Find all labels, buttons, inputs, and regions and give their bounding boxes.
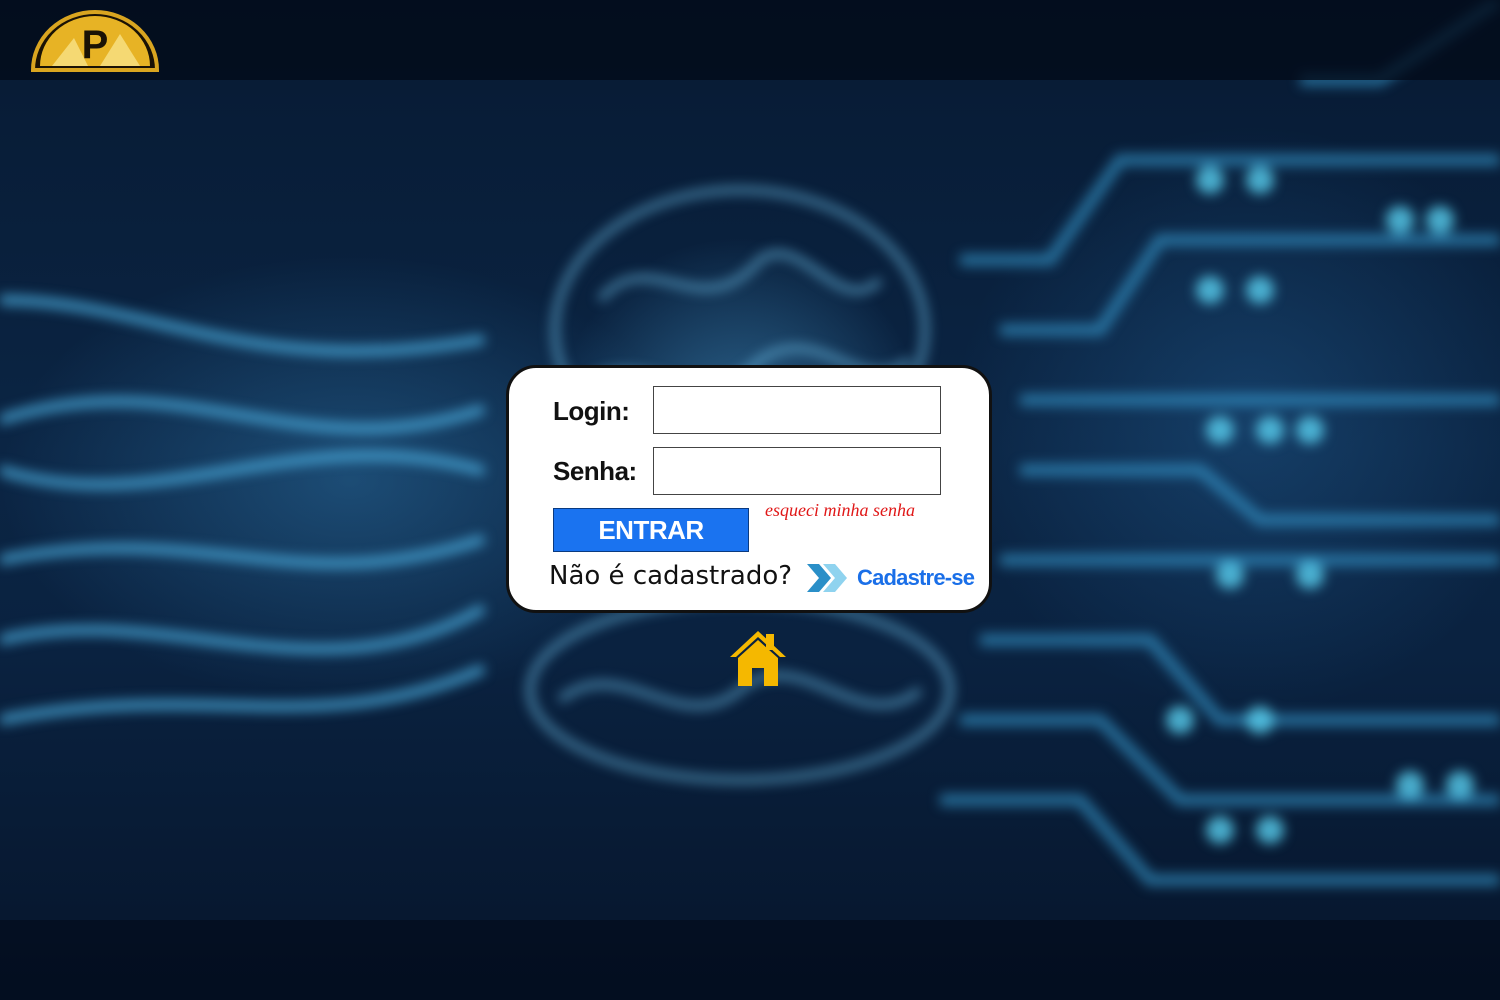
- top-bar: [0, 0, 1500, 80]
- login-card: Login: Senha: ENTRAR esqueci minha senha…: [506, 365, 992, 613]
- brand-logo-icon[interactable]: P: [30, 8, 160, 74]
- home-icon[interactable]: [728, 628, 788, 688]
- forgot-password-link[interactable]: esqueci minha senha: [765, 500, 915, 521]
- logo-letter: P: [82, 23, 109, 67]
- login-page: P Login: Senha: ENTRAR esqueci minha sen…: [0, 0, 1500, 1000]
- submit-button[interactable]: ENTRAR: [553, 508, 749, 552]
- password-label: Senha:: [553, 456, 637, 486]
- bottom-bar: [0, 920, 1500, 1000]
- signup-link[interactable]: Cadastre-se: [857, 565, 975, 591]
- login-label: Login:: [553, 396, 630, 426]
- not-registered-text: Não é cadastrado?: [549, 561, 793, 591]
- password-input[interactable]: [653, 447, 941, 495]
- double-chevron-right-icon: [807, 564, 847, 592]
- login-input[interactable]: [653, 386, 941, 434]
